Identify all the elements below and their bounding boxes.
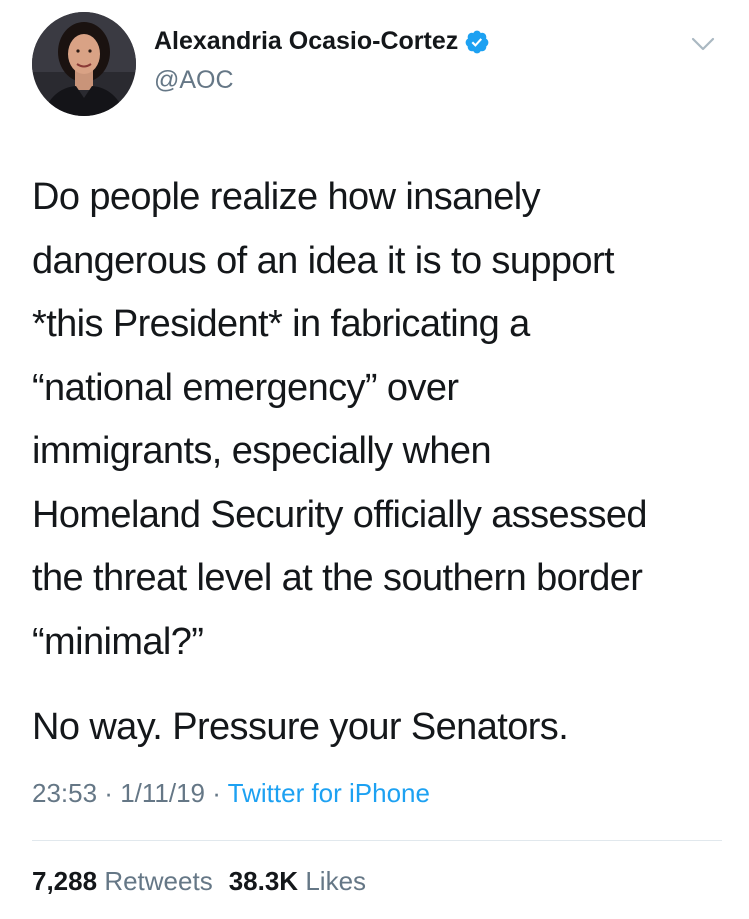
likes-count: 38.3K <box>228 866 299 896</box>
tweet-time[interactable]: 23:53 <box>32 778 97 808</box>
tweet-card: Alexandria Ocasio-Cortez @AOC Do people … <box>0 0 749 919</box>
retweets-count: 7,288 <box>32 866 98 896</box>
avatar-image <box>32 12 136 116</box>
chevron-down-icon[interactable] <box>690 34 716 54</box>
author-name[interactable]: Alexandria Ocasio-Cortez <box>154 27 490 56</box>
tweet-metadata: 23:53 · 1/11/19 · Twitter for iPhone <box>32 778 430 809</box>
retweets-label: Retweets <box>104 866 213 896</box>
tweet-text: Do people realize how insanely dangerous… <box>32 166 722 760</box>
verified-badge-icon <box>464 29 490 55</box>
retweets-stat[interactable]: 7,288 Retweets <box>32 866 213 896</box>
avatar[interactable] <box>32 12 136 116</box>
tweet-paragraph: No way. Pressure your Senators. <box>32 706 569 748</box>
meta-separator: · <box>97 778 121 808</box>
meta-separator: · <box>205 778 228 808</box>
divider <box>32 840 722 841</box>
tweet-source-link[interactable]: Twitter for iPhone <box>228 778 430 808</box>
author-name-text: Alexandria Ocasio-Cortez <box>154 27 459 55</box>
likes-label: Likes <box>305 866 367 896</box>
tweet-date[interactable]: 1/11/19 <box>120 778 205 808</box>
tweet-stats: 7,288 Retweets 38.3K Likes <box>32 866 366 897</box>
likes-stat[interactable]: 38.3K Likes <box>229 866 366 896</box>
author-handle[interactable]: @AOC <box>154 66 234 95</box>
tweet-paragraph: Do people realize how insanely dangerous… <box>32 176 648 663</box>
